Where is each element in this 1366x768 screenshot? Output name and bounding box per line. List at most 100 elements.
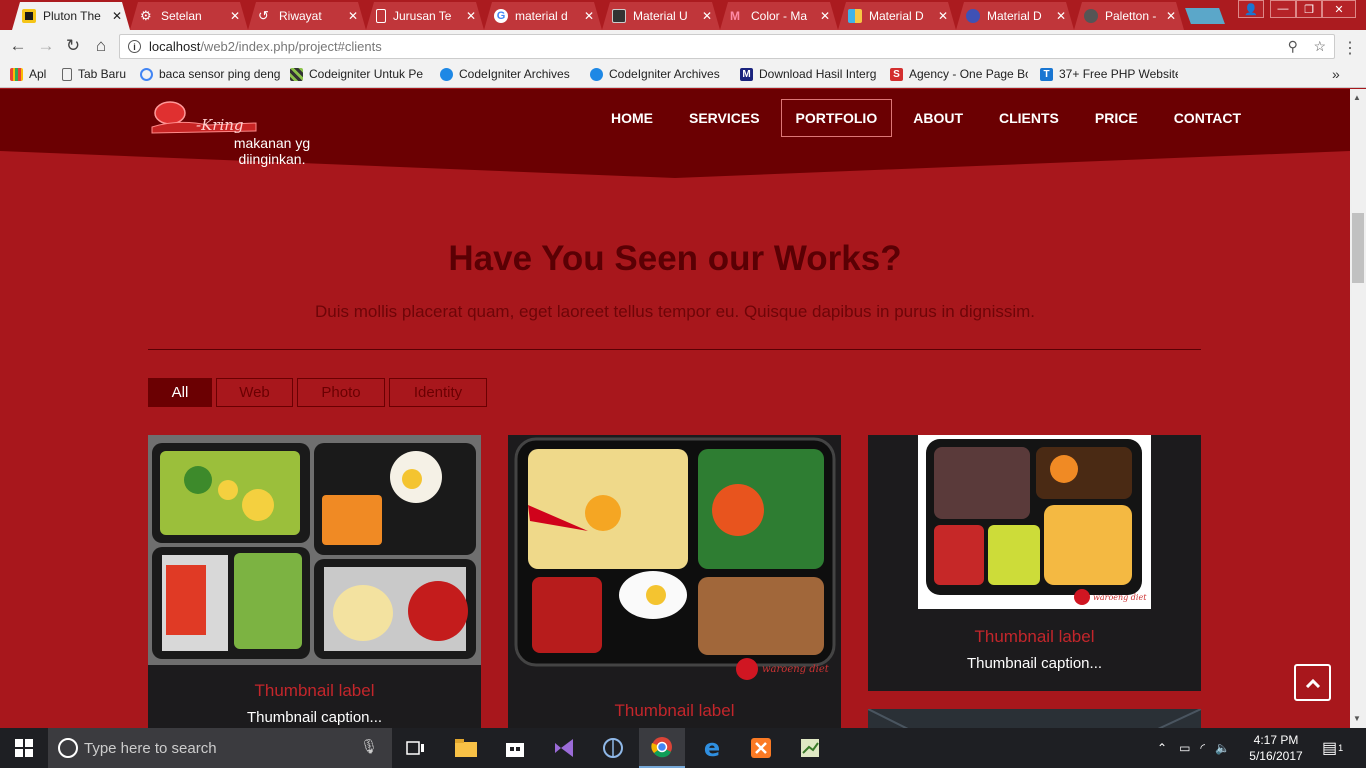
tab-material-search[interactable]: G material d ✕	[484, 2, 602, 30]
tab-material-d2[interactable]: Material D ✕	[956, 2, 1074, 30]
history-icon: ↺	[258, 8, 269, 23]
tab-setelan[interactable]: ⚙ Setelan ✕	[130, 2, 248, 30]
task-view-icon[interactable]	[393, 728, 439, 768]
nav-price[interactable]: PRICE	[1080, 99, 1153, 137]
filter-all[interactable]: All	[148, 378, 212, 407]
close-icon[interactable]: ✕	[230, 9, 240, 23]
nav-portfolio[interactable]: PORTFOLIO	[780, 99, 893, 137]
bookmark-php-website[interactable]: T 37+ Free PHP Website	[1040, 67, 1178, 81]
spreadsheet-app-icon[interactable]	[787, 728, 833, 768]
bookmark-tab-baru[interactable]: Tab Baru	[62, 67, 126, 81]
scroll-down-arrow-icon[interactable]: ▼	[1353, 714, 1361, 723]
thumbnail-label[interactable]: Thumbnail label	[148, 681, 481, 701]
bookmarks-bar: Apl Tab Baru baca sensor ping deng Codei…	[0, 62, 1366, 88]
wifi-icon[interactable]: ◜	[1200, 741, 1205, 755]
star-icon[interactable]: ☆	[1313, 38, 1326, 54]
restore-button[interactable]: ❐	[1296, 0, 1322, 18]
close-icon[interactable]: ✕	[112, 9, 122, 23]
page-scrollbar[interactable]: ▲ ▼	[1350, 89, 1366, 728]
close-icon[interactable]: ✕	[702, 9, 712, 23]
nav-clients[interactable]: CLIENTS	[984, 99, 1074, 137]
bookmark-apps[interactable]: Apl	[10, 67, 46, 81]
volume-icon[interactable]: 🔈	[1215, 741, 1230, 755]
chevron-up-icon	[1305, 678, 1320, 688]
forward-arrow-icon[interactable]: →	[36, 36, 56, 56]
edge-icon[interactable]: e	[689, 728, 735, 768]
xampp-icon[interactable]	[738, 728, 784, 768]
tab-material-u[interactable]: Material U ✕	[602, 2, 720, 30]
filter-photo[interactable]: Photo	[297, 378, 385, 407]
close-icon[interactable]: ✕	[938, 9, 948, 23]
bookmark-agency[interactable]: S Agency - One Page Bo	[890, 67, 1028, 81]
home-icon[interactable]: ⌂	[91, 36, 111, 56]
paletton-icon	[1084, 9, 1098, 23]
notification-count: 1	[1338, 743, 1344, 753]
scrollbar-thumb[interactable]	[1352, 213, 1364, 283]
network-app-icon[interactable]	[590, 728, 636, 768]
filter-web[interactable]: Web	[216, 378, 293, 407]
tab-paletton[interactable]: Paletton - ✕	[1074, 2, 1184, 30]
kring-logo[interactable]: -Kring	[148, 97, 258, 137]
clock-date: 5/16/2017	[1249, 749, 1303, 763]
t-icon: T	[1040, 67, 1053, 81]
profile-icon[interactable]: 👤	[1238, 0, 1264, 18]
google-icon	[140, 67, 153, 81]
portfolio-card[interactable]	[868, 709, 1201, 728]
chevron-up-icon[interactable]: ⌃	[1157, 741, 1167, 755]
close-icon[interactable]: ✕	[1056, 9, 1066, 23]
food-box-image: waroeng diet	[508, 435, 841, 685]
pluton-favicon-icon	[22, 9, 36, 23]
store-icon[interactable]	[492, 728, 538, 768]
bookmark-sensor-ping[interactable]: baca sensor ping deng	[140, 67, 280, 81]
minimize-button[interactable]: —	[1270, 0, 1296, 18]
url-input[interactable]: i localhost/web2/index.php/project#clien…	[119, 34, 1335, 59]
scroll-to-top-button[interactable]	[1294, 664, 1331, 701]
close-icon[interactable]: ✕	[348, 9, 358, 23]
url-path: /web2/index.php/project#clients	[200, 39, 382, 54]
windows-taskbar: Type here to search 🎙 e ⌃ ▭ ◜ 🔈 4:17 PM …	[0, 728, 1366, 768]
nav-contact[interactable]: CONTACT	[1159, 99, 1256, 137]
portfolio-card[interactable]: waroeng diet Thumbnail label	[508, 435, 841, 728]
battery-icon[interactable]: ▭	[1179, 741, 1190, 755]
thumbnail-label[interactable]: Thumbnail label	[508, 701, 841, 721]
apps-grid-icon	[10, 67, 23, 81]
visual-studio-icon[interactable]	[541, 728, 587, 768]
nav-home[interactable]: HOME	[596, 99, 668, 137]
taskbar-clock[interactable]: 4:17 PM 5/16/2017	[1244, 732, 1308, 764]
chevron-double-right-icon[interactable]: »	[1332, 66, 1340, 82]
tab-material-d1[interactable]: Material D ✕	[838, 2, 956, 30]
tab-jurusan[interactable]: Jurusan Te ✕	[366, 2, 484, 30]
portfolio-card[interactable]: waroeng diet Thumbnail label Thumbnail c…	[868, 435, 1201, 691]
file-explorer-icon[interactable]	[443, 728, 489, 768]
tab-color[interactable]: M Color - Ma ✕	[720, 2, 838, 30]
close-icon[interactable]: ✕	[466, 9, 476, 23]
info-icon[interactable]: i	[128, 40, 141, 53]
tab-riwayat[interactable]: ↺ Riwayat ✕	[248, 2, 366, 30]
browser-menu-icon[interactable]: ⋮	[1342, 38, 1358, 58]
scroll-up-arrow-icon[interactable]: ▲	[1353, 93, 1361, 102]
taskbar-search-input[interactable]: Type here to search 🎙	[48, 728, 392, 768]
new-tab-button[interactable]	[1185, 8, 1225, 24]
section-title: Have You Seen our Works?	[448, 239, 902, 278]
zoom-icon[interactable]: ⚲	[1288, 38, 1298, 54]
filter-identity[interactable]: Identity	[389, 378, 487, 407]
bookmark-codeigniter-archives-2[interactable]: CodeIgniter Archives	[590, 67, 726, 81]
back-arrow-icon[interactable]: ←	[8, 36, 28, 56]
portfolio-card[interactable]: Thumbnail label Thumbnail caption...	[148, 435, 481, 728]
bookmark-download-hasil[interactable]: M Download Hasil Interg	[740, 67, 878, 81]
bookmark-codeigniter-untuk[interactable]: Codeigniter Untuk Pe	[290, 67, 428, 81]
action-center-icon[interactable]: ▤ 1	[1322, 728, 1343, 768]
window-close-button[interactable]: ✕	[1322, 0, 1356, 18]
bookmark-codeigniter-archives-1[interactable]: CodeIgniter Archives	[440, 67, 578, 81]
chrome-icon[interactable]	[639, 728, 685, 768]
close-icon[interactable]: ✕	[584, 9, 594, 23]
nav-services[interactable]: SERVICES	[674, 99, 775, 137]
close-icon[interactable]: ✕	[820, 9, 830, 23]
nav-about[interactable]: ABOUT	[898, 99, 978, 137]
close-icon[interactable]: ✕	[1166, 9, 1176, 23]
reload-icon[interactable]: ↻	[63, 36, 83, 56]
tab-pluton[interactable]: Pluton The ✕	[12, 2, 130, 30]
thumbnail-label[interactable]: Thumbnail label	[868, 627, 1201, 647]
microphone-icon[interactable]: 🎙	[360, 738, 378, 755]
windows-start-button[interactable]	[0, 728, 48, 768]
